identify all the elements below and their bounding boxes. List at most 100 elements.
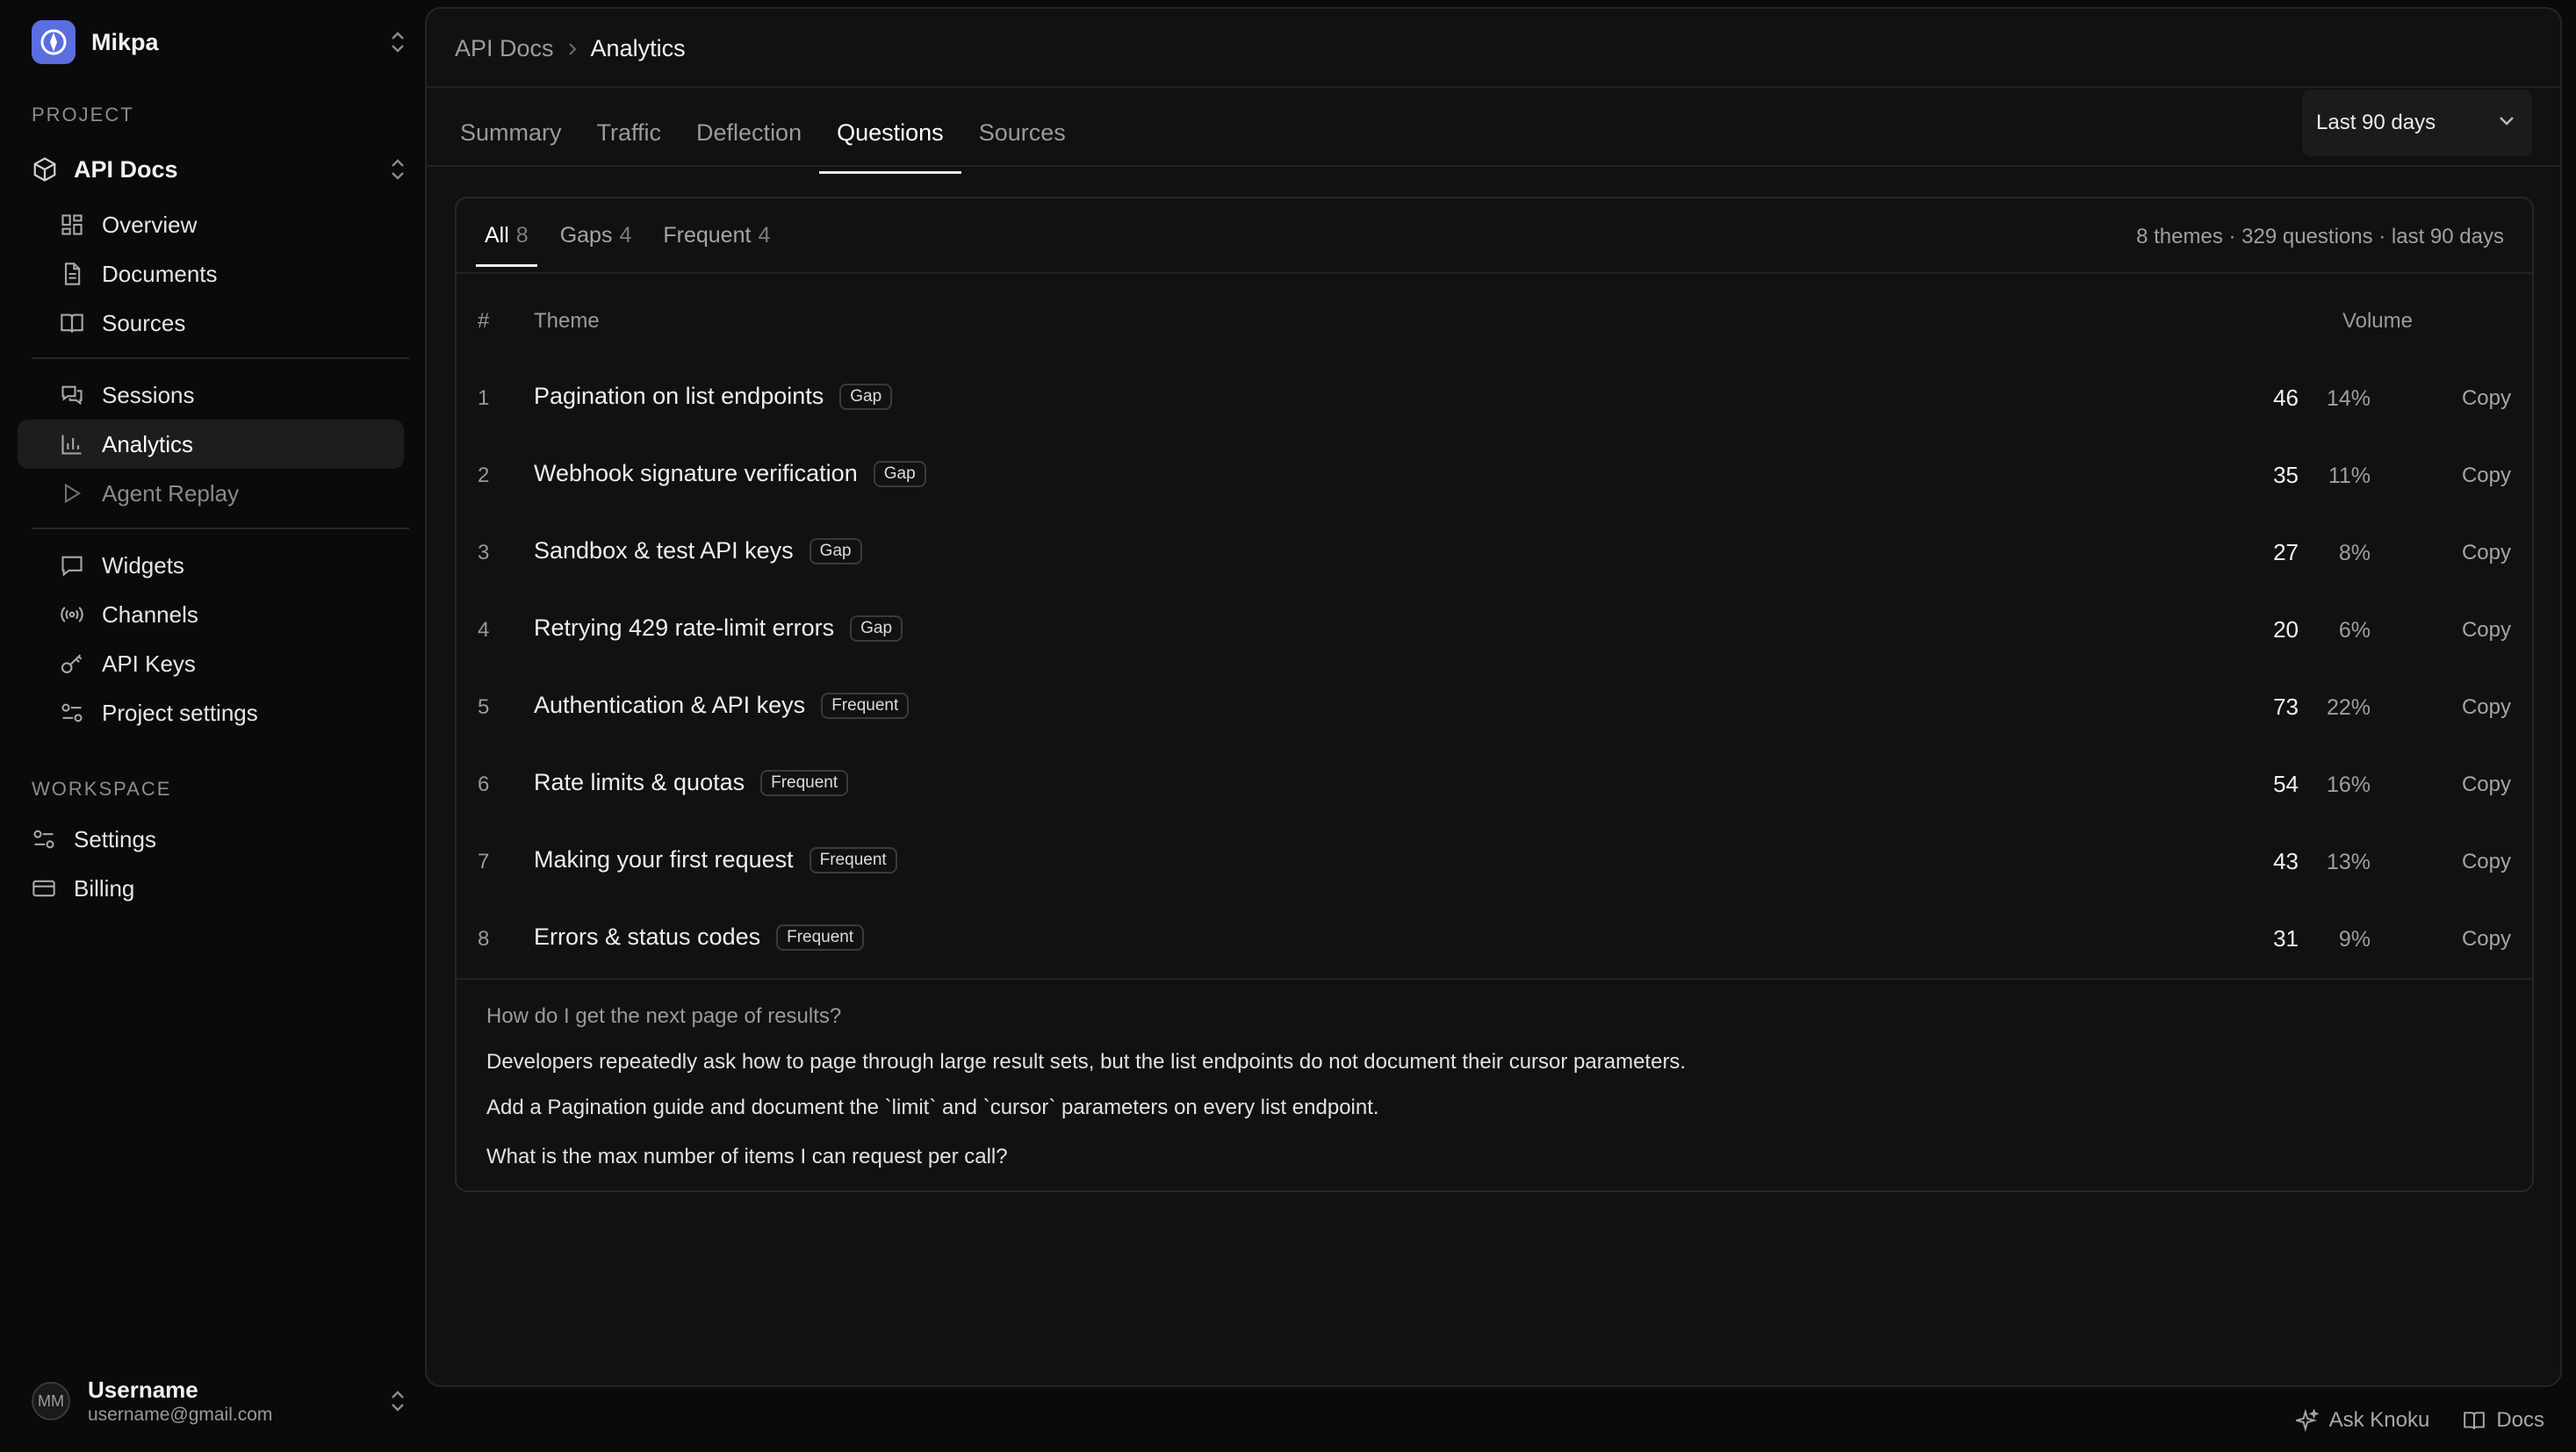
column-header-number: # bbox=[478, 309, 490, 333]
sidebar-item-label: Channels bbox=[102, 600, 198, 628]
user-name: Username bbox=[88, 1377, 198, 1403]
table-row[interactable]: 5 Authentication & API keys Frequent 73 22… bbox=[457, 669, 2532, 746]
sidebar-item-api-keys[interactable]: API Keys bbox=[18, 639, 404, 688]
docs-link[interactable]: Docs bbox=[2463, 1408, 2544, 1433]
broadcast-icon bbox=[60, 602, 84, 627]
key-icon bbox=[60, 651, 84, 676]
row-number: 6 bbox=[478, 773, 490, 796]
workspace-switcher[interactable]: Mikpa bbox=[32, 19, 407, 65]
sidebar-item-project-settings[interactable]: Project settings bbox=[18, 688, 404, 737]
card-divider bbox=[457, 272, 2532, 274]
filter-label: Frequent bbox=[663, 223, 752, 248]
filter-frequent[interactable]: Frequent 4 bbox=[663, 223, 770, 267]
sparkles-icon bbox=[2295, 1409, 2319, 1432]
detail-related-question: What is the max number of items I can re… bbox=[486, 1145, 1008, 1168]
filter-label: Gaps bbox=[559, 223, 613, 248]
row-number: 1 bbox=[478, 386, 490, 410]
copy-button[interactable]: Copy bbox=[2462, 850, 2511, 874]
sidebar-item-label: Sources bbox=[102, 309, 186, 336]
theme-name: Rate limits & quotas bbox=[534, 769, 745, 795]
volume-count: 27 bbox=[2273, 539, 2299, 565]
sidebar-item-overview[interactable]: Overview bbox=[18, 200, 404, 249]
table-row[interactable]: 4 Retrying 429 rate-limit errors Gap 20 6%… bbox=[457, 592, 2532, 669]
table-row[interactable]: 2 Webhook signature verification Gap 35 11… bbox=[457, 437, 2532, 514]
detail-insight: Developers repeatedly ask how to page th… bbox=[486, 1050, 1687, 1074]
question-filters: All 8 Gaps 4 Frequent 4 bbox=[476, 223, 770, 267]
volume-count: 54 bbox=[2273, 771, 2299, 797]
theme-badge: Gap bbox=[873, 460, 926, 487]
volume-percent: 22% bbox=[2326, 695, 2371, 720]
sidebar-item-label: Agent Replay bbox=[102, 479, 240, 507]
copy-button[interactable]: Copy bbox=[2462, 773, 2511, 797]
breadcrumb-parent[interactable]: API Docs bbox=[455, 35, 554, 62]
table-row[interactable]: 1 Pagination on list endpoints Gap 46 14% … bbox=[457, 360, 2532, 437]
project-switcher[interactable]: API Docs bbox=[32, 151, 407, 188]
table-row[interactable]: 8 Errors & status codes Frequent 31 9% Cop… bbox=[457, 901, 2532, 978]
user-email: username@gmail.com bbox=[88, 1405, 273, 1425]
volume-count: 46 bbox=[2273, 385, 2299, 411]
date-range-select[interactable]: Last 90 days bbox=[2302, 90, 2532, 156]
project-section-label: PROJECT bbox=[32, 104, 134, 126]
theme-badge: Frequent bbox=[821, 692, 910, 719]
volume-percent: 13% bbox=[2326, 850, 2371, 874]
copy-button[interactable]: Copy bbox=[2462, 695, 2511, 720]
sidebar-item-channels[interactable]: Channels bbox=[18, 590, 404, 639]
sidebar-item-settings[interactable]: Settings bbox=[18, 815, 404, 864]
sliders-icon bbox=[60, 701, 84, 725]
docs-label: Docs bbox=[2496, 1408, 2544, 1432]
cube-icon bbox=[32, 156, 58, 183]
copy-button[interactable]: Copy bbox=[2462, 927, 2511, 952]
workspace-logo-icon bbox=[32, 20, 76, 64]
filter-count: 4 bbox=[619, 223, 632, 248]
filter-all[interactable]: All 8 bbox=[476, 223, 537, 267]
theme-badge: Gap bbox=[809, 537, 862, 564]
sidebar-item-billing[interactable]: Billing bbox=[18, 864, 404, 913]
sidebar-item-sessions[interactable]: Sessions bbox=[18, 370, 404, 420]
filter-count: 8 bbox=[515, 223, 529, 248]
header-divider bbox=[427, 86, 2560, 88]
theme-name: Retrying 429 rate-limit errors bbox=[534, 615, 835, 641]
sidebar-item-label: Project settings bbox=[102, 699, 258, 726]
date-range-value: Last 90 days bbox=[2316, 111, 2436, 134]
sidebar-item-label: Analytics bbox=[102, 430, 194, 457]
volume-percent: 6% bbox=[2338, 618, 2371, 643]
filter-count: 4 bbox=[758, 223, 771, 248]
table-row[interactable]: 3 Sandbox & test API keys Gap 27 8% Copy bbox=[457, 514, 2532, 592]
theme-name: Webhook signature verification bbox=[534, 460, 858, 486]
workspace-section-label: WORKSPACE bbox=[32, 778, 172, 800]
theme-badge: Gap bbox=[839, 383, 893, 410]
volume-percent: 9% bbox=[2338, 927, 2371, 952]
volume-count: 31 bbox=[2273, 925, 2299, 952]
theme-badge: Gap bbox=[850, 615, 903, 642]
detail-recommendation: Add a Pagination guide and document the … bbox=[486, 1096, 1379, 1119]
copy-button[interactable]: Copy bbox=[2462, 464, 2511, 488]
sidebar-item-analytics[interactable]: Analytics bbox=[18, 420, 404, 469]
sidebar-item-label: Sessions bbox=[102, 381, 195, 408]
filter-gaps[interactable]: Gaps 4 bbox=[560, 223, 632, 267]
copy-button[interactable]: Copy bbox=[2462, 386, 2511, 411]
sidebar-item-widgets[interactable]: Widgets bbox=[18, 541, 404, 590]
sidebar-item-documents[interactable]: Documents bbox=[18, 249, 404, 298]
table-row[interactable]: 6 Rate limits & quotas Frequent 54 16% Cop… bbox=[457, 746, 2532, 823]
chat-icon bbox=[60, 383, 84, 407]
row-number: 8 bbox=[478, 927, 490, 951]
grid-icon bbox=[60, 212, 84, 237]
sliders-icon bbox=[32, 827, 56, 852]
book-icon bbox=[2463, 1409, 2486, 1432]
volume-percent: 11% bbox=[2328, 464, 2371, 488]
copy-button[interactable]: Copy bbox=[2462, 618, 2511, 643]
chevron-right-icon bbox=[566, 41, 579, 57]
theme-name: Sandbox & test API keys bbox=[534, 537, 794, 564]
document-icon bbox=[60, 262, 84, 286]
copy-button[interactable]: Copy bbox=[2462, 541, 2511, 565]
volume-count: 73 bbox=[2273, 694, 2299, 720]
table-row[interactable]: 7 Making your first request Frequent 43 13… bbox=[457, 823, 2532, 901]
sidebar-item-agent-replay[interactable]: Agent Replay bbox=[18, 469, 404, 518]
ask-knoku-button[interactable]: Ask Knoku bbox=[2295, 1408, 2429, 1433]
filter-label: All bbox=[485, 223, 509, 248]
main-panel: API Docs Analytics Summary Traffic Defle… bbox=[425, 7, 2562, 1387]
sidebar-item-sources[interactable]: Sources bbox=[18, 298, 404, 348]
user-menu[interactable]: MM Username username@gmail.com bbox=[32, 1377, 407, 1426]
footer-links: Ask Knoku Docs bbox=[2295, 1408, 2544, 1433]
volume-percent: 14% bbox=[2326, 386, 2371, 411]
